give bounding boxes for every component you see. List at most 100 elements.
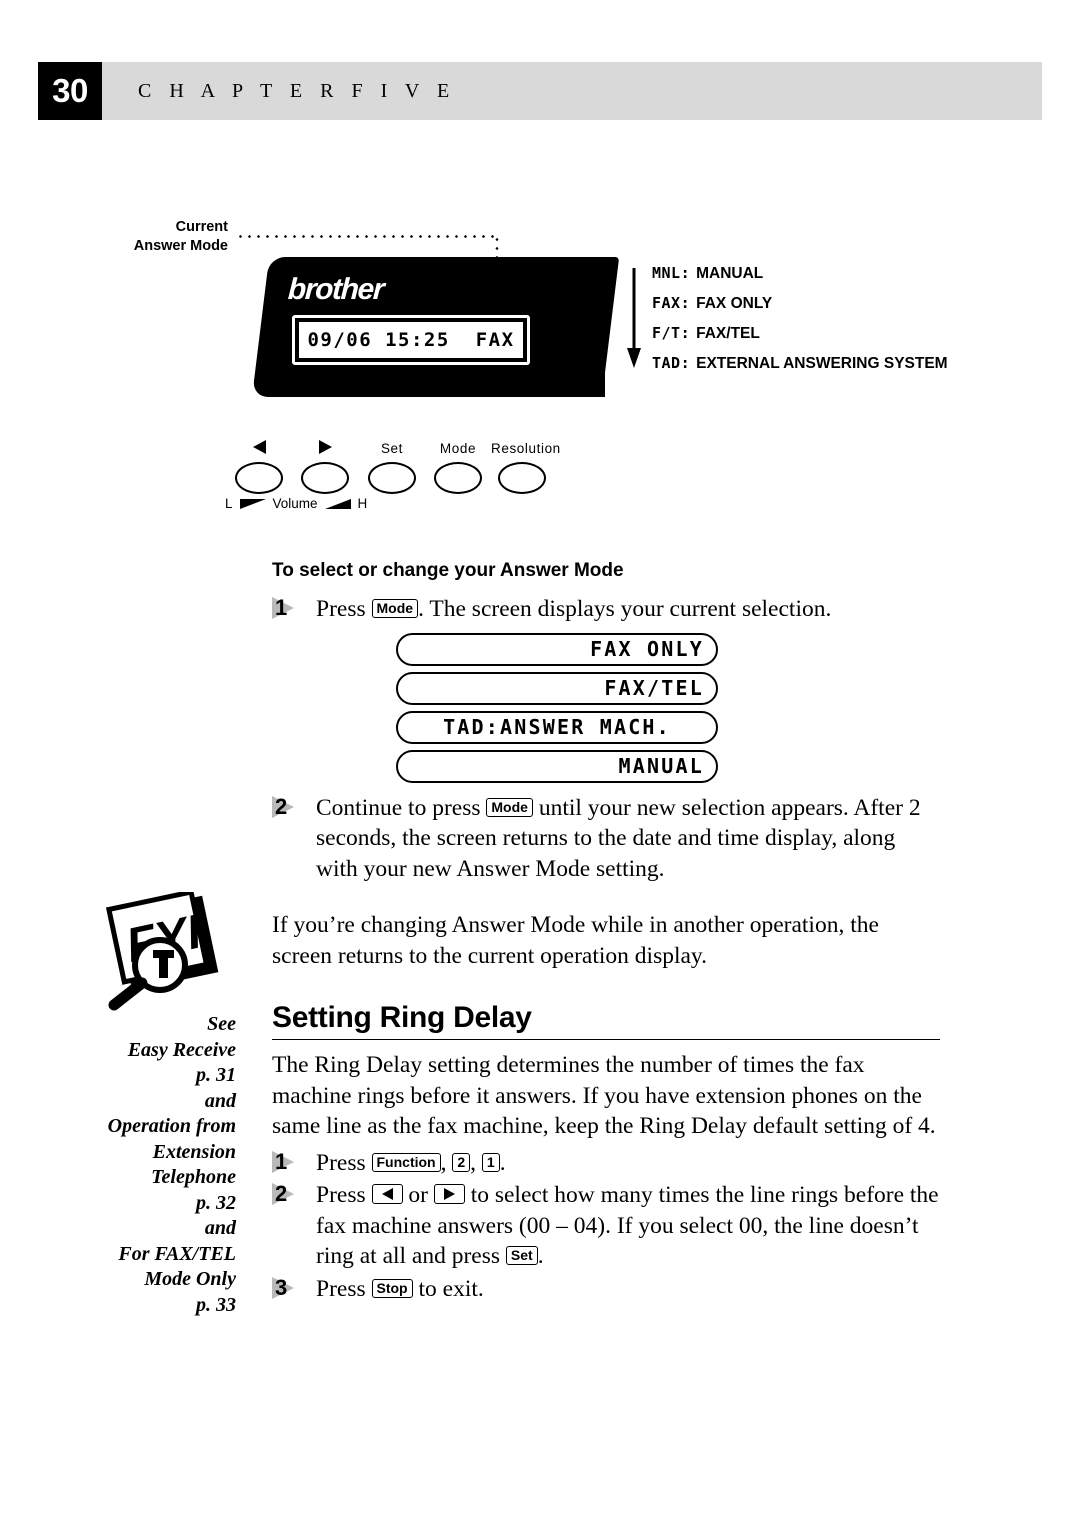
step-number: 2 <box>275 793 288 819</box>
step-text-post: . The screen displays your current selec… <box>418 596 832 622</box>
lcd-example-text: TAD:ANSWER MACH. <box>443 715 671 739</box>
margin-note-line: Easy Receive <box>127 1038 236 1061</box>
button-oval[interactable] <box>434 462 482 494</box>
legend-code: FAX: <box>652 294 691 312</box>
legend-row: FAX: FAX ONLY <box>652 288 1036 318</box>
volume-wedge-low-icon <box>239 498 266 509</box>
margin-note-line: Mode Only <box>144 1268 236 1290</box>
step-number: 3 <box>275 1274 288 1300</box>
ring-delay-step-1: 1 Press Function, 2, 1. <box>272 1148 940 1179</box>
margin-note-line: Operation from <box>107 1115 236 1137</box>
volume-low-label: L <box>225 496 233 511</box>
margin-note: See Easy Receive p. 31 and Operation fro… <box>88 1012 236 1318</box>
button-caption: Set <box>380 441 404 456</box>
step-end: . <box>537 1243 544 1269</box>
step-marker: 1 <box>272 1149 306 1177</box>
section-rule <box>272 1039 940 1040</box>
arrow-left-icon <box>228 440 290 460</box>
lcd-screen: 09/06 15:25 FAX <box>299 322 523 358</box>
answer-mode-step-2: 2 Continue to press Mode until your new … <box>272 793 940 885</box>
ring-delay-intro: The Ring Delay setting determines the nu… <box>272 1052 936 1139</box>
key-stop[interactable]: Stop <box>371 1278 413 1298</box>
chapter-label: C H A P T E R F I V E <box>138 80 456 102</box>
key-arrow-right[interactable] <box>433 1184 465 1204</box>
step-marker: 2 <box>272 794 306 822</box>
step-marker: 2 <box>272 1181 306 1209</box>
legend-row: MNL: MANUAL <box>652 258 1036 288</box>
step-end: . <box>499 1149 506 1176</box>
legend-row: TAD: EXTERNAL ANSWERING SYSTEM <box>652 348 1036 378</box>
key-digit-1[interactable]: 1 <box>481 1152 500 1172</box>
legend-code: TAD: <box>652 354 691 372</box>
volume-label: Volume <box>272 496 318 511</box>
lcd-example-text: FAX ONLY <box>590 637 704 661</box>
button-mode[interactable]: Mode <box>427 440 489 494</box>
button-oval[interactable] <box>235 462 283 494</box>
margin-note-line: p. 32 <box>196 1191 236 1214</box>
lcd-bezel: 09/06 15:25 FAX <box>292 315 530 365</box>
key-mode[interactable]: Mode <box>486 797 533 817</box>
ring-delay-step-3: 3 Press Stop to exit. <box>272 1274 940 1305</box>
arrow-left-icon <box>381 1188 393 1200</box>
down-arrow-icon <box>627 268 641 368</box>
button-oval[interactable] <box>301 462 349 494</box>
step-text-pre: Continue to press <box>316 794 481 821</box>
lcd-example-manual: MANUAL <box>396 749 718 783</box>
button-caption: Resolution <box>491 441 561 456</box>
margin-note-line: p. 31 <box>196 1064 236 1086</box>
ring-delay-step-2: 2 Press or to select how many times the … <box>272 1180 940 1272</box>
step-sep: , <box>470 1149 477 1176</box>
margin-note-line: See <box>207 1013 236 1035</box>
step-number: 1 <box>275 595 288 620</box>
legend-code: F/T: <box>652 324 691 342</box>
arrow-right-icon <box>294 440 356 460</box>
legend-name: MANUAL <box>696 265 764 282</box>
button-oval[interactable] <box>368 462 416 494</box>
button-caption: Mode <box>439 441 477 456</box>
legend-name: EXTERNAL ANSWERING SYSTEM <box>696 355 948 372</box>
volume-wedge-high-icon <box>324 498 351 509</box>
step-text-pre: Press <box>316 1182 366 1208</box>
step-sep: , <box>440 1149 447 1176</box>
lcd-example-text: MANUAL <box>618 754 704 778</box>
page-number: 30 <box>38 62 102 120</box>
brother-logo: brother <box>287 273 385 306</box>
legend-name: FAX/TEL <box>696 325 760 342</box>
answer-mode-legend: MNL: MANUAL FAX: FAX ONLY F/T: FAX/TEL TAD:… <box>626 258 1036 378</box>
lcd-display-text: 09/06 15:25 FAX <box>307 329 515 351</box>
key-digit-2[interactable]: 2 <box>452 1152 471 1172</box>
answer-mode-step-1: 1 Press Mode. The screen displays your c… <box>272 594 940 625</box>
button-arrow-right[interactable] <box>294 440 356 494</box>
step-marker: 1 <box>272 595 306 623</box>
key-arrow-left[interactable] <box>371 1184 403 1204</box>
section-heading: Setting Ring Delay <box>272 1001 532 1034</box>
lcd-example-fax-only: FAX ONLY <box>396 632 718 666</box>
step-text-pre: Press <box>316 1275 366 1302</box>
margin-note-line: Extension <box>152 1140 236 1163</box>
ring-delay-section: Setting Ring Delay The Ring Delay settin… <box>272 1001 940 1142</box>
key-mode[interactable]: Mode <box>371 599 419 618</box>
key-set[interactable]: Set <box>505 1246 538 1265</box>
step-text-pre: Press <box>316 1149 366 1176</box>
button-oval[interactable] <box>498 462 546 494</box>
step-text-pre: Press <box>316 596 366 622</box>
step-marker: 3 <box>272 1275 306 1303</box>
answer-mode-subheading: To select or change your Answer Mode <box>272 560 624 581</box>
button-set[interactable]: Set <box>361 440 423 494</box>
main-content: To select or change your Answer Mode 1 P… <box>272 560 940 1306</box>
step-text-post: to exit. <box>418 1275 484 1302</box>
button-arrow-left[interactable] <box>228 440 290 494</box>
lcd-example-tad: TAD:ANSWER MACH. <box>396 710 718 744</box>
panel-button-row: Set Mode Resolution L Volume H <box>225 440 588 515</box>
step-text-or: or <box>408 1182 428 1208</box>
current-answer-mode-callout: Current Answer Mode <box>110 218 228 256</box>
key-function[interactable]: Function <box>371 1152 441 1172</box>
volume-high-label: H <box>357 496 368 511</box>
dotted-leader-horizontal <box>236 235 498 238</box>
callout-line-1: Current <box>175 219 228 235</box>
lcd-example-list: FAX ONLY FAX/TEL TAD:ANSWER MACH. MANUAL <box>396 632 718 783</box>
lcd-example-text: FAX/TEL <box>604 676 704 700</box>
step-number: 2 <box>275 1181 288 1206</box>
button-resolution[interactable]: Resolution <box>491 440 561 494</box>
callout-line-2: Answer Mode <box>133 238 228 254</box>
